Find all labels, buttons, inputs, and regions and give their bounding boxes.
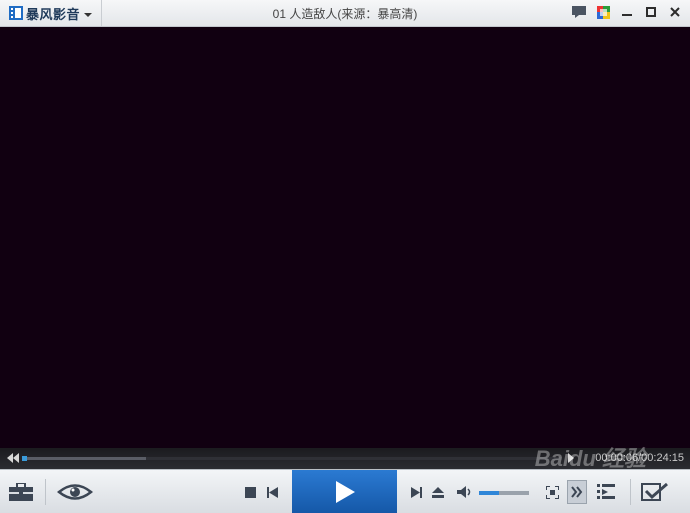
toolbox-icon: [9, 483, 33, 501]
minimize-icon: [622, 14, 632, 16]
playlist-button[interactable]: [596, 483, 616, 501]
skin-button[interactable]: [596, 5, 610, 19]
mute-button[interactable]: [456, 484, 472, 500]
play-icon: [335, 480, 355, 503]
checklist-button[interactable]: [640, 481, 670, 503]
stop-icon: [244, 486, 256, 498]
video-area[interactable]: [0, 27, 690, 448]
eye-icon: [57, 484, 93, 500]
previous-icon: [266, 486, 278, 498]
seek-buffer: [22, 457, 147, 460]
fullscreen-icon: [545, 485, 559, 499]
maximize-button[interactable]: [644, 5, 658, 19]
watermark: Baidu 经验: [534, 446, 646, 471]
title-bar: 暴风影音 01 人造敌人(来源：暴高清): [0, 0, 690, 27]
control-bar: [0, 469, 690, 513]
app-name: 暴风影音: [26, 6, 81, 22]
toolbox-button[interactable]: [8, 481, 34, 503]
eye-button[interactable]: [56, 482, 94, 502]
previous-button[interactable]: [265, 485, 279, 499]
seek-bar[interactable]: [22, 456, 562, 461]
more-panel-button[interactable]: [567, 480, 587, 504]
maximize-icon: [646, 7, 656, 17]
volume-slider[interactable]: [479, 491, 529, 495]
seek-handle[interactable]: [22, 456, 27, 461]
chevron-down-icon: [84, 13, 93, 17]
play-button[interactable]: [292, 470, 397, 513]
eject-icon: [432, 486, 444, 498]
chat-button[interactable]: [572, 5, 586, 19]
chat-icon: [572, 6, 586, 18]
next-icon: [410, 486, 422, 498]
checklist-icon: [641, 482, 668, 501]
next-button[interactable]: [409, 485, 423, 499]
volume-level: [479, 491, 499, 495]
fullscreen-button[interactable]: [545, 485, 559, 499]
double-chevron-icon: [571, 486, 583, 498]
speaker-icon: [456, 486, 470, 498]
palette-icon: [596, 5, 610, 19]
eject-button[interactable]: [431, 485, 445, 499]
app-menu-button[interactable]: 暴风影音: [0, 0, 102, 26]
window-title: 01 人造敌人(来源：暴高清): [272, 7, 418, 21]
rewind-icon[interactable]: [6, 453, 20, 463]
close-icon: [670, 7, 680, 17]
minimize-button[interactable]: [620, 5, 634, 19]
close-button[interactable]: [668, 5, 682, 19]
film-strip-icon: [9, 6, 23, 20]
playlist-icon: [597, 484, 615, 499]
stop-button[interactable]: [243, 485, 257, 499]
